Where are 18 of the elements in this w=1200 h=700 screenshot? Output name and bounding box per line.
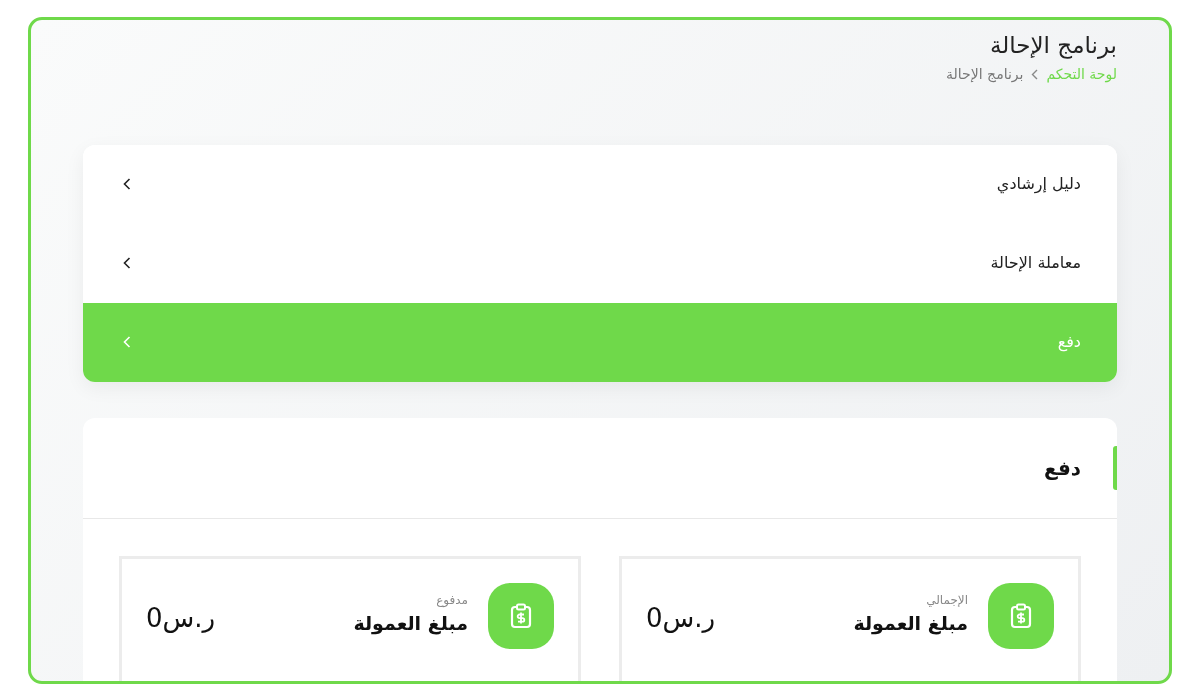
- section-title: دفع: [1043, 454, 1081, 482]
- active-indicator: [1113, 445, 1117, 490]
- breadcrumb-current: برنامج الإحالة: [946, 64, 1024, 85]
- chevron-icon: [123, 257, 131, 270]
- clipboard-dollar-icon: [1010, 602, 1032, 629]
- chevron-icon: [123, 336, 131, 349]
- stat-caption: الإجمالي: [925, 591, 968, 609]
- stat-value: ر.س0: [146, 601, 216, 635]
- chevron-icon: [1031, 68, 1039, 80]
- chevron-icon: [123, 178, 131, 191]
- clipboard-dollar-icon: [510, 602, 532, 629]
- menu-item[interactable]: معاملة الإحالة: [83, 223, 1117, 303]
- menu-item[interactable]: دليل إرشادي: [83, 144, 1117, 224]
- stat-label: مبلغ العمولة: [353, 610, 468, 637]
- stat-label: مبلغ العمولة: [853, 610, 968, 637]
- page-title: برنامج الإحالة: [989, 32, 1117, 60]
- stat-caption: مدفوع: [435, 591, 468, 609]
- stat-value: ر.س0: [646, 601, 716, 635]
